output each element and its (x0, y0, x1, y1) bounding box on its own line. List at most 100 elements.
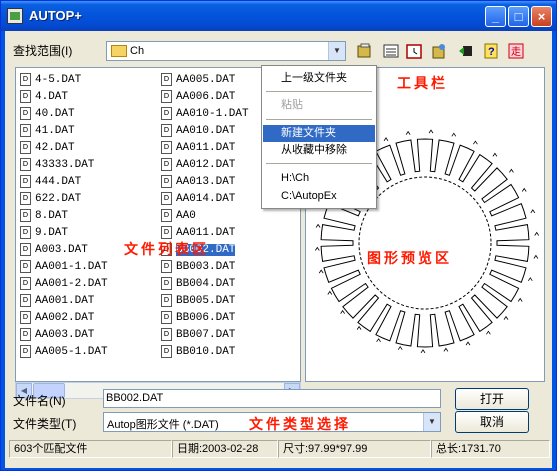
die-mark (527, 277, 533, 282)
exit-icon[interactable]: 走 (505, 42, 527, 64)
dat-file-icon: D (20, 72, 31, 86)
file-name: AA011.DAT (176, 227, 236, 239)
die-mark (443, 347, 449, 352)
minimize-button[interactable]: _ (485, 6, 506, 27)
file-item[interactable]: D AA010-1.DAT (159, 106, 249, 123)
back-icon[interactable] (455, 42, 477, 64)
dat-file-icon: D (20, 327, 31, 341)
file-name: AA010.DAT (176, 125, 236, 137)
file-item[interactable]: D 42.DAT (18, 140, 75, 157)
file-name: AA0 (176, 210, 196, 222)
filename-input[interactable]: BB002.DAT (103, 389, 441, 408)
file-name: BB004.DAT (176, 278, 236, 290)
dat-file-icon: D (161, 140, 172, 154)
file-name: 4.DAT (35, 91, 69, 103)
options-icon[interactable] (428, 42, 450, 64)
file-item[interactable]: D 40.DAT (18, 106, 75, 123)
die-mark (517, 297, 523, 302)
lookin-combo[interactable]: Ch ▼ (106, 41, 346, 61)
file-item[interactable]: D AA001-1.DAT (18, 259, 108, 276)
folder-icon (111, 45, 127, 58)
file-item[interactable]: D 9.DAT (18, 225, 68, 242)
file-item[interactable]: D AA003.DAT (18, 327, 94, 344)
window-title: AUTOP+ (29, 8, 82, 23)
file-item[interactable]: D AA011.DAT (159, 140, 235, 157)
file-item[interactable]: D AA0 (159, 208, 196, 225)
open-button[interactable]: 打开 (455, 388, 529, 410)
menu-item-path-h[interactable]: H:\Ch (263, 170, 375, 187)
file-name: 444.DAT (35, 176, 82, 188)
die-mark (534, 231, 540, 236)
file-item[interactable]: D 4-5.DAT (18, 72, 81, 89)
file-name: 8.DAT (35, 210, 69, 222)
dat-file-icon: D (161, 208, 172, 222)
cancel-button[interactable]: 取消 (455, 411, 529, 433)
dialog-body: 查找范围(I) Ch ▼ ? 走 工具栏 D 4-5.DAT D 4.DAT D… (5, 31, 552, 468)
dat-file-icon: D (20, 89, 31, 103)
file-item[interactable]: D AA012.DAT (159, 157, 235, 174)
file-list[interactable]: D 4-5.DAT D 4.DAT D 40.DAT D 41.DAT D 42.DAT D 4333… (15, 67, 301, 382)
file-name: 41.DAT (35, 125, 75, 137)
svg-text:走: 走 (511, 46, 521, 58)
file-item[interactable]: D BB004.DAT (159, 276, 235, 293)
menu-item-paste[interactable]: 粘贴 (263, 97, 375, 114)
title-bar[interactable]: AUTOP+ _ □ × (1, 1, 556, 31)
file-item[interactable]: D BB003.DAT (159, 259, 235, 276)
file-item[interactable]: D 41.DAT (18, 123, 75, 140)
file-item[interactable]: D 43333.DAT (18, 157, 94, 174)
chevron-down-icon[interactable]: ▼ (423, 413, 440, 431)
die-mark (451, 132, 457, 137)
calendar-icon[interactable] (403, 42, 425, 64)
file-item[interactable]: D AA014.DAT (159, 191, 235, 208)
menu-item-new-folder[interactable]: 新建文件夹 (263, 125, 375, 142)
die-mark (533, 254, 539, 259)
dat-file-icon: D (20, 242, 31, 256)
help-icon[interactable]: ? (480, 42, 502, 64)
dat-file-icon: D (20, 208, 31, 222)
dat-file-icon: D (20, 174, 31, 188)
file-item[interactable]: D 4.DAT (18, 89, 68, 106)
file-item[interactable]: D AA002.DAT (18, 310, 94, 327)
file-name: AA011.DAT (176, 142, 236, 154)
folder-up-icon[interactable] (354, 42, 376, 64)
die-mark (473, 140, 478, 145)
dat-file-icon: D (161, 344, 172, 358)
dat-file-icon: D (20, 225, 31, 239)
dat-file-icon: D (161, 191, 172, 205)
details-view-icon[interactable] (380, 42, 402, 64)
file-item[interactable]: D 622.DAT (18, 191, 81, 208)
menu-item-remove-favorite[interactable]: 从收藏中移除 (263, 142, 375, 159)
dat-file-icon: D (20, 157, 31, 171)
file-item[interactable]: D 444.DAT (18, 174, 81, 191)
close-button[interactable]: × (531, 6, 552, 27)
file-item[interactable]: D AA010.DAT (159, 123, 235, 140)
file-item[interactable]: D 8.DAT (18, 208, 68, 225)
status-size: 尺寸:97.99*97.99 (278, 440, 431, 458)
die-mark (383, 137, 389, 142)
file-item[interactable]: D AA005-1.DAT (18, 344, 108, 361)
file-name: 42.DAT (35, 142, 75, 154)
file-item[interactable]: D AA006.DAT (159, 89, 235, 106)
app-icon (7, 8, 23, 24)
maximize-button[interactable]: □ (508, 6, 529, 27)
context-menu: 上一级文件夹 粘贴 新建文件夹 从收藏中移除 H:\Ch C:\AutopEx (261, 65, 377, 209)
file-name: AA001-2.DAT (35, 278, 108, 290)
filename-label: 文件名(N) (13, 394, 66, 408)
die-mark (405, 130, 411, 135)
file-item[interactable]: D AA013.DAT (159, 174, 235, 191)
chevron-down-icon[interactable]: ▼ (328, 42, 345, 60)
file-item[interactable]: D BB005.DAT (159, 293, 235, 310)
file-item[interactable]: D BB010.DAT (159, 344, 235, 361)
file-item[interactable]: D AA005.DAT (159, 72, 235, 89)
menu-item-path-c[interactable]: C:\AutopEx (263, 188, 375, 205)
file-item[interactable]: D AA001-2.DAT (18, 276, 108, 293)
file-item[interactable]: D BB006.DAT (159, 310, 235, 327)
file-name: AA001-1.DAT (35, 261, 108, 273)
die-mark (356, 325, 362, 330)
file-name: 622.DAT (35, 193, 82, 205)
menu-item-parent-folder[interactable]: 上一级文件夹 (263, 70, 375, 87)
file-item[interactable]: D BB007.DAT (159, 327, 235, 344)
dat-file-icon: D (161, 310, 172, 324)
file-item[interactable]: D AA001.DAT (18, 293, 94, 310)
file-item[interactable]: D A003.DAT (18, 242, 88, 259)
